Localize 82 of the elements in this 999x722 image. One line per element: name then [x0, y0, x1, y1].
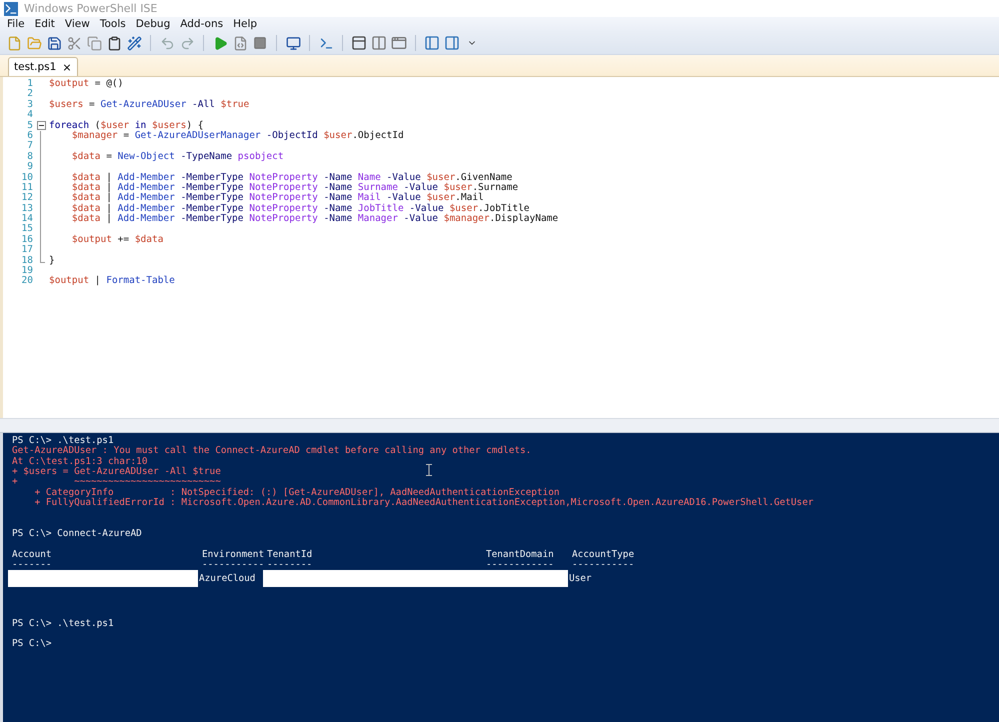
- save-icon[interactable]: [46, 35, 62, 51]
- line-number: 10: [20, 172, 33, 183]
- line-number: 13: [20, 204, 33, 214]
- remote-monitor-icon[interactable]: [285, 35, 301, 51]
- column-header: Environment: [201, 550, 263, 560]
- code-line: $data | Add-Member -MemberType NoteProperty -Name Surname -Value $user.Surname: [70, 182, 518, 193]
- menu-item[interactable]: View: [60, 17, 95, 32]
- menu-item[interactable]: Add-ons: [175, 17, 228, 32]
- code-line: $data | Add-Member -MemberType NoteProperty -Name Name -Value $user.GivenName: [70, 172, 512, 183]
- line-number: 14: [20, 214, 33, 224]
- undo-icon[interactable]: [159, 35, 175, 51]
- table-cell-text: User: [568, 572, 593, 586]
- code-line: $users = Get-AzureADUser -All $true: [49, 100, 250, 110]
- line-number: 1: [26, 79, 33, 89]
- panel-left-icon[interactable]: [424, 35, 440, 51]
- wand-icon[interactable]: [126, 35, 142, 51]
- layout-columns-icon[interactable]: [371, 35, 387, 51]
- text-cursor-icon: [426, 464, 432, 476]
- cut-icon[interactable]: [66, 35, 82, 51]
- column-header: TenantId: [266, 550, 314, 560]
- menu-item[interactable]: Edit: [30, 17, 60, 32]
- layout-window-icon[interactable]: [391, 35, 407, 51]
- error-text: + CategoryInfo : NotSpecified: (:) [Get-AzureADUser], AadNeedAuthenticationException: [34, 488, 560, 498]
- new-file-icon[interactable]: [6, 35, 22, 51]
- header-rule: --------: [266, 560, 314, 570]
- line-number: 9: [26, 162, 33, 173]
- run-selection-icon[interactable]: [232, 35, 248, 51]
- line-number: 18: [20, 256, 33, 266]
- line-number: 2: [26, 89, 33, 100]
- code-line: $data | Add-Member -MemberType NoteProperty -Name JobTitle -Value $user.JobTitle: [70, 204, 530, 214]
- column-header: TenantDomain: [485, 550, 555, 560]
- error-text: + ~~~~~~~~~~~~~~~~~~~~~~~~~~: [12, 477, 221, 488]
- column-header: AccountType: [571, 550, 636, 560]
- window-title: Windows PowerShell ISE: [24, 2, 158, 15]
- redo-icon[interactable]: [179, 35, 195, 51]
- error-text: + FullyQualifiedErrorId : Microsoft.Open.Azure.AD.CommonLibrary.AadNeedAuthenticationException,Microsoft.Open.AzureAD16.PowerShell.GetUser: [34, 498, 814, 508]
- code-line: foreach ($user in $users) {: [49, 120, 204, 131]
- code-line: $data = New-Object -TypeName psobject: [70, 152, 284, 162]
- line-number: 20: [20, 276, 33, 287]
- error-text: + $users = Get-AzureADUser -All $true: [12, 467, 221, 478]
- menu-item[interactable]: Debug: [130, 17, 176, 32]
- line-number: 6: [26, 130, 33, 141]
- console-text: PS C:\>: [12, 639, 52, 650]
- menu-item[interactable]: Help: [228, 17, 262, 32]
- code-line: $data | Add-Member -MemberType NoteProperty -Name Mail -Value $user.Mail: [70, 193, 484, 204]
- line-number: 19: [20, 266, 33, 276]
- header-rule: -----------: [201, 560, 263, 570]
- line-number: 17: [20, 245, 33, 256]
- error-text: Get-AzureADUser : You must call the Connect-AzureAD cmdlet before calling any other cmdlets.: [12, 446, 532, 456]
- header-rule: ------------: [485, 560, 555, 570]
- stop-icon[interactable]: [252, 35, 268, 51]
- line-number: 7: [26, 141, 33, 152]
- column-header: Account: [11, 550, 53, 560]
- line-number: 16: [20, 234, 33, 245]
- line-number: 8: [26, 152, 33, 162]
- collapse-icon[interactable]: [36, 121, 46, 130]
- console-text: PS C:\> Connect-AzureAD: [12, 529, 142, 540]
- line-number: 4: [26, 110, 33, 121]
- header-rule: -------: [11, 560, 53, 570]
- menu-item[interactable]: Tools: [94, 17, 131, 32]
- line-number: 12: [20, 193, 33, 204]
- console-text: PS C:\> .\test.ps1: [12, 618, 114, 629]
- code-line: $manager = Get-AzureADUserManager -ObjectId $user.ObjectId: [70, 130, 404, 142]
- paste-icon[interactable]: [106, 35, 122, 51]
- line-number: 3: [26, 100, 33, 110]
- layout-top-icon[interactable]: [351, 35, 367, 51]
- console-text: PS C:\> .\test.ps1: [12, 436, 114, 446]
- line-number: 5: [26, 120, 33, 131]
- table-cell-text: AzureCloud: [198, 572, 256, 586]
- panel-right-icon[interactable]: [444, 35, 460, 51]
- header-rule: -----------: [571, 560, 636, 570]
- code-line: $output = @(): [49, 79, 124, 90]
- error-text: At C:\test.ps1:3 char:10: [12, 456, 148, 467]
- code-line: }: [49, 256, 55, 266]
- code-line: $output | Format-Table: [49, 276, 175, 287]
- menu-item[interactable]: File: [2, 17, 30, 32]
- code-line: $output += $data: [70, 234, 164, 246]
- line-number: 11: [20, 182, 33, 193]
- line-number: 15: [20, 224, 33, 235]
- file-tab[interactable]: test.ps1 ×: [8, 57, 78, 76]
- code-line: $data | Add-Member -MemberType NoteProperty -Name Manager -Value $manager.DisplayName: [70, 214, 558, 224]
- close-icon[interactable]: ×: [62, 60, 72, 74]
